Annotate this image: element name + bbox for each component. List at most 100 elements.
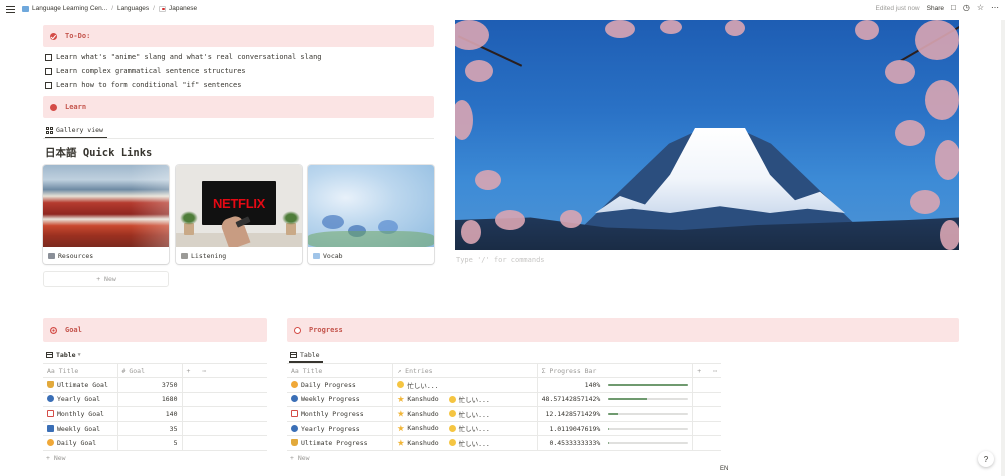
card-listening[interactable]: NETFLIX Listening [176, 165, 302, 264]
star-icon[interactable]: ☆ [977, 4, 984, 12]
entry-link[interactable]: 忙しい... [397, 380, 439, 390]
progress-value: 12.1428571429% [545, 409, 601, 418]
row-goal: 35 [117, 421, 183, 437]
breadcrumb-item-japanese[interactable]: Japanese [169, 5, 197, 12]
books-icon [48, 252, 55, 259]
entry-link[interactable]: 忙しい... [448, 394, 490, 404]
column-goal[interactable]: # Goal [117, 363, 183, 378]
table-row[interactable]: Weekly Progress Kanshudo 忙しい... 48.57142… [287, 392, 721, 408]
entry-link[interactable]: 忙しい... [448, 438, 490, 448]
todo-item-text[interactable]: Learn complex grammatical sentence struc… [56, 67, 246, 75]
entry-label: Kanshudo [407, 424, 439, 433]
scrollbar[interactable] [1001, 20, 1005, 476]
netflix-image: NETFLIX [176, 165, 302, 247]
table-icon [290, 352, 297, 358]
clock-icon[interactable]: ◷ [963, 4, 970, 12]
add-column-icon[interactable]: + [187, 367, 191, 375]
entry-link[interactable]: Kanshudo [397, 438, 439, 447]
plant-left [180, 211, 198, 235]
todo-item: Learn what's "anime" slang and what's re… [45, 53, 322, 61]
goal-new-row-button[interactable]: + New [46, 454, 66, 462]
calendar-icon [47, 409, 54, 417]
chevron-down-icon[interactable]: ▼ [78, 352, 81, 358]
entry-label: Kanshudo [407, 395, 439, 404]
star-icon [397, 424, 405, 432]
entry-label: 忙しい... [458, 425, 490, 434]
todo-item-text[interactable]: Learn how to form conditional "if" sente… [56, 81, 241, 89]
tab-goal-table[interactable]: Table ▼ [46, 351, 81, 359]
column-add[interactable]: + ⋯ [182, 363, 267, 378]
pin-icon [48, 102, 59, 112]
progress-bar [608, 442, 689, 445]
progress-bar-fill [608, 412, 618, 415]
progress-bar [608, 412, 689, 415]
table-row[interactable]: Ultimate Goal 3750 [43, 377, 267, 393]
entry-link[interactable]: Kanshudo [397, 410, 439, 418]
smile-icon [448, 439, 456, 447]
table-row[interactable]: Ultimate Progress Kanshudo 忙しい... 0.4533… [287, 435, 721, 451]
column-entries[interactable]: ↗ Entries [392, 363, 538, 378]
column-add[interactable]: + ⋯ [692, 363, 721, 378]
tab-progress-table[interactable]: Table [290, 351, 320, 359]
todo-checkbox[interactable] [45, 67, 52, 75]
entry-link[interactable]: 忙しい... [448, 423, 490, 434]
entry-link[interactable]: Kanshudo [397, 424, 439, 433]
more-icon[interactable]: ⋯ [713, 367, 717, 375]
table-row[interactable]: Monthly Progress Kanshudo 忙しい... 12.1428… [287, 406, 721, 422]
row-title: Ultimate Goal [57, 380, 108, 389]
progress-new-row-button[interactable]: + New [290, 454, 310, 462]
help-button[interactable]: ? [978, 451, 994, 467]
comment-icon[interactable]: □ [951, 4, 956, 12]
row-title: Daily Goal [57, 439, 97, 448]
row-goal: 3750 [117, 377, 183, 393]
table-row[interactable]: Yearly Progress Kanshudo 忙しい... 1.011904… [287, 421, 721, 437]
todo-checkbox[interactable] [45, 53, 52, 61]
calendar-icon [291, 409, 298, 417]
progress-bar [608, 383, 689, 386]
tab-gallery-view[interactable]: Gallery view [46, 126, 103, 134]
plant-right [282, 211, 300, 235]
goal-title: Goal [65, 326, 82, 334]
column-progress-bar[interactable]: Σ Progress Bar [537, 363, 694, 378]
sun-icon [47, 439, 54, 447]
column-title[interactable]: Aa Title [43, 363, 118, 378]
breadcrumb-separator: / [153, 5, 155, 12]
more-icon[interactable]: ⋯ [202, 367, 206, 375]
breadcrumb-item-languages[interactable]: Languages [117, 5, 149, 12]
share-button[interactable]: Share [927, 5, 944, 12]
language-indicator[interactable]: EN [720, 466, 728, 472]
entry-link[interactable]: 忙しい... [448, 409, 490, 419]
card-resources[interactable]: Resources [43, 165, 169, 264]
todo-checkbox[interactable] [45, 81, 52, 89]
star-icon [397, 439, 405, 446]
smile-icon [448, 395, 456, 403]
gallery-new-button[interactable]: + New [43, 271, 169, 287]
entry-label: Kanshudo [407, 438, 439, 447]
todo-item-text[interactable]: Learn what's "anime" slang and what's re… [56, 53, 322, 61]
entry-label: 忙しい... [458, 439, 490, 448]
more-icon[interactable]: ⋯ [991, 4, 999, 12]
gallery-icon [46, 126, 53, 134]
row-goal: 140 [117, 406, 183, 422]
table-row[interactable]: Daily Progress 忙しい... 140% [287, 377, 721, 393]
table-row[interactable]: Daily Goal 5 [43, 435, 267, 451]
foliage [308, 231, 434, 247]
column-title[interactable]: Aa Title [287, 363, 394, 378]
menu-icon[interactable] [6, 5, 15, 14]
entry-link[interactable]: Kanshudo [397, 395, 439, 404]
command-hint[interactable]: Type '/' for commands [456, 256, 545, 264]
row-title: Weekly Goal [57, 424, 101, 433]
table-row[interactable]: Weekly Goal 35 [43, 421, 267, 437]
quick-links-heading: 日本語 Quick Links [45, 147, 153, 159]
trophy-icon [47, 380, 54, 388]
top-actions: Edited just now Share □ ◷ ☆ ⋯ [876, 4, 999, 12]
table-row[interactable]: Monthly Goal 140 [43, 406, 267, 422]
card-vocab[interactable]: Vocab [308, 165, 434, 264]
table-row[interactable]: Yearly Goal 1680 [43, 392, 267, 408]
row-goal: 1680 [117, 392, 183, 408]
todo-item: Learn complex grammatical sentence struc… [45, 67, 246, 75]
breadcrumb-item-language-center[interactable]: Language Learning Cen... [32, 5, 107, 12]
add-column-icon[interactable]: + [697, 367, 701, 375]
goal-callout: Goal [43, 318, 267, 342]
check-circle-icon [50, 32, 57, 40]
